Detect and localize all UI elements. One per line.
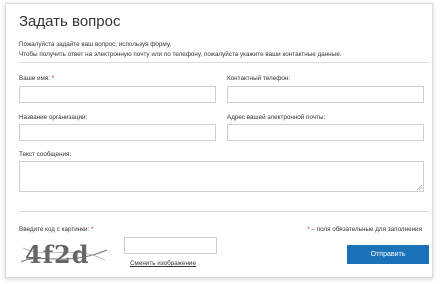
resize-handle-icon[interactable] — [417, 185, 422, 190]
form-title: Задать вопрос — [19, 13, 121, 30]
captcha-image: 4f2d — [20, 240, 108, 269]
captcha-text: 4f2d — [25, 240, 90, 269]
message-label: Текст сообщения: — [19, 151, 72, 158]
org-label: Название организации: — [19, 114, 88, 121]
change-image-link[interactable]: Сменить изображение — [130, 260, 196, 267]
form-intro: Пожалуйста задайте ваш вопрос, используя… — [19, 40, 419, 60]
bottom-divider — [19, 211, 429, 212]
required-fields-hint: * – поля обязательные для заполнения — [307, 226, 422, 233]
submit-button[interactable]: Отправить — [347, 245, 429, 264]
name-required-mark: * — [51, 75, 55, 82]
hint-required-mark: * — [307, 226, 310, 233]
captcha-label: Введите код с картинки: * — [19, 226, 93, 233]
name-field[interactable] — [19, 86, 216, 103]
name-label-text: Ваше имя: — [19, 75, 51, 82]
intro-line-2: Чтобы получить ответ на электронную почт… — [19, 51, 342, 58]
intro-line-1: Пожалуйста задайте ваш вопрос, используя… — [19, 41, 172, 48]
name-label: Ваше имя: * — [19, 75, 54, 82]
captcha-required-mark: * — [91, 226, 94, 233]
hint-text: – поля обязательные для заполнения — [311, 226, 422, 233]
email-field[interactable] — [227, 124, 424, 141]
question-form-card: Задать вопрос Пожалуйста задайте ваш воп… — [5, 3, 433, 278]
captcha-label-text: Введите код с картинки: — [19, 226, 90, 233]
email-label: Адрес вашей электронной почты: — [227, 114, 326, 121]
captcha-field[interactable] — [124, 237, 217, 254]
organization-field[interactable] — [19, 124, 216, 141]
top-divider — [19, 62, 429, 63]
phone-field[interactable] — [227, 86, 424, 103]
phone-label: Контактный телефон: — [227, 75, 291, 82]
message-textarea[interactable] — [19, 161, 424, 192]
